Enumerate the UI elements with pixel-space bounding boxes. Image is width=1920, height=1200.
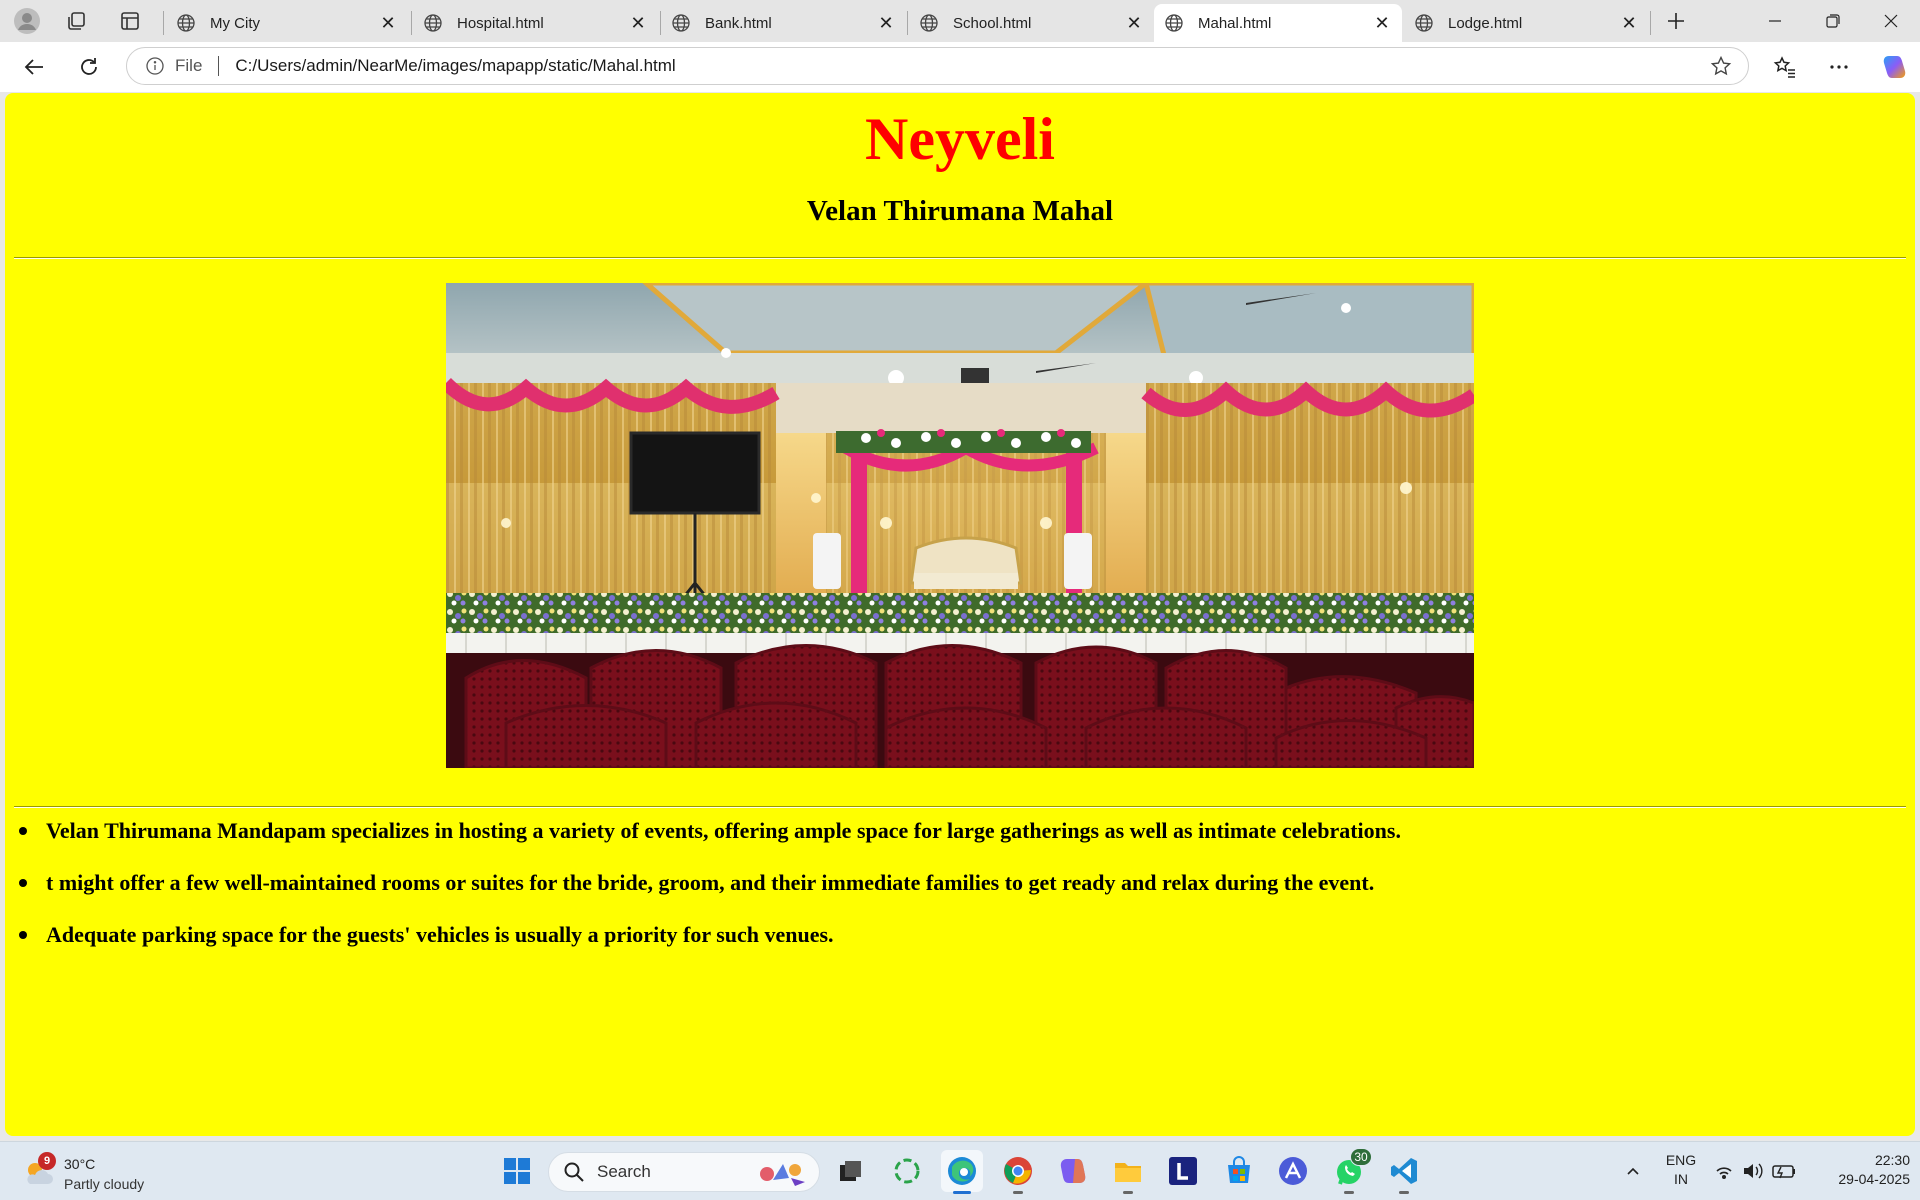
- whatsapp-badge: 30: [1350, 1148, 1372, 1166]
- tab-title: Mahal.html: [1198, 14, 1272, 32]
- weather-condition: Partly cloudy: [64, 1176, 145, 1192]
- divider: [14, 806, 1906, 808]
- globe-icon: [672, 14, 690, 32]
- page-title: Neyveli: [865, 106, 1055, 172]
- temperature: 30°C: [64, 1156, 96, 1172]
- taskbar: 9 30°C Partly cloudy Search 30 ENG IN 22…: [0, 1141, 1920, 1200]
- mahal-hall-photo: [446, 283, 1474, 768]
- wifi-icon: [1716, 1167, 1732, 1179]
- tab-close-icon[interactable]: ✕: [1619, 13, 1639, 33]
- globe-icon: [424, 14, 442, 32]
- volume-icon: [1744, 1163, 1763, 1179]
- tab-title: Hospital.html: [457, 14, 544, 32]
- page-subtitle: Velan Thirumana Mahal: [806, 195, 1114, 227]
- weather-badge: 9: [38, 1152, 56, 1170]
- vscode-icon[interactable]: [1383, 1150, 1425, 1194]
- url-text[interactable]: C:/Users/admin/NearMe/images/mapapp/stat…: [235, 56, 1706, 76]
- profile-avatar-icon[interactable]: [9, 4, 45, 38]
- more-options-icon[interactable]: [1821, 49, 1857, 85]
- clock[interactable]: 22:30 29-04-2025: [1812, 1151, 1910, 1189]
- close-window-button[interactable]: [1862, 0, 1920, 42]
- scheme-label: File: [175, 56, 203, 75]
- task-view-icon[interactable]: [829, 1150, 871, 1192]
- workspaces-icon[interactable]: [59, 4, 95, 38]
- chrome-icon[interactable]: [997, 1150, 1039, 1194]
- file-explorer-icon[interactable]: [1107, 1150, 1149, 1194]
- clock-date: 29-04-2025: [1838, 1171, 1910, 1187]
- favorite-star-icon[interactable]: [1706, 51, 1736, 81]
- list-item: t might offer a few well-maintained room…: [13, 870, 1893, 922]
- globe-icon: [1415, 14, 1433, 32]
- copilot-icon[interactable]: [1876, 49, 1912, 85]
- tab-close-icon[interactable]: ✕: [1372, 13, 1392, 33]
- taskbar-search[interactable]: Search: [548, 1152, 820, 1192]
- refresh-button[interactable]: [71, 49, 107, 85]
- tab-my-city[interactable]: My City ✕: [166, 4, 408, 42]
- edge-icon[interactable]: [941, 1150, 983, 1194]
- page-viewport: Neyveli Velan Thirumana Mahal Velan Thir…: [5, 93, 1915, 1136]
- globe-icon: [1165, 14, 1183, 32]
- microsoft-store-icon[interactable]: [1218, 1150, 1260, 1192]
- tab-title: School.html: [953, 14, 1032, 32]
- search-label: Search: [597, 1162, 651, 1181]
- favorites-icon[interactable]: [1767, 49, 1803, 85]
- tab-bank[interactable]: Bank.html ✕: [661, 4, 906, 42]
- microsoft-copilot-icon[interactable]: [1052, 1150, 1094, 1192]
- restore-button[interactable]: [1804, 0, 1862, 42]
- show-hidden-icons-icon[interactable]: [1612, 1150, 1654, 1192]
- search-icon: [564, 1162, 584, 1182]
- globe-icon: [920, 14, 938, 32]
- tab-close-icon[interactable]: ✕: [628, 13, 648, 33]
- tab-mahal[interactable]: Mahal.html ✕: [1154, 4, 1402, 42]
- address-bar[interactable]: File C:/Users/admin/NearMe/images/mapapp…: [126, 47, 1749, 85]
- battery-icon: [1772, 1165, 1795, 1179]
- weather-widget[interactable]: 9 30°C Partly cloudy: [18, 1150, 178, 1194]
- windows-start-icon[interactable]: [496, 1150, 538, 1192]
- tab-close-icon[interactable]: ✕: [378, 13, 398, 33]
- new-tab-button[interactable]: [1658, 4, 1694, 38]
- tab-title: Lodge.html: [1448, 14, 1523, 32]
- language-indicator[interactable]: ENG IN: [1660, 1151, 1702, 1189]
- list-item: Adequate parking space for the guests' v…: [13, 922, 1893, 974]
- tab-lodge[interactable]: Lodge.html ✕: [1404, 4, 1649, 42]
- search-highlight-icon: [760, 1164, 805, 1186]
- language-code: ENG: [1665, 1152, 1697, 1168]
- tab-close-icon[interactable]: ✕: [876, 13, 896, 33]
- whatsapp-icon[interactable]: 30: [1328, 1148, 1372, 1194]
- divider: [14, 257, 1906, 259]
- system-tray-status[interactable]: [1707, 1150, 1807, 1192]
- tab-title: My City: [210, 14, 260, 32]
- tab-strip: My City ✕ Hospital.html ✕ Bank.html ✕ Sc…: [0, 0, 1920, 42]
- list-item: Velan Thirumana Mandapam specializes in …: [13, 818, 1893, 870]
- clock-time: 22:30: [1874, 1152, 1910, 1168]
- copilot-app-icon[interactable]: [886, 1150, 928, 1192]
- tab-title: Bank.html: [705, 14, 772, 32]
- tab-hospital[interactable]: Hospital.html ✕: [413, 4, 658, 42]
- tab-actions-icon[interactable]: [112, 4, 148, 38]
- tab-close-icon[interactable]: ✕: [1124, 13, 1144, 33]
- globe-icon: [177, 14, 195, 32]
- region-code: IN: [1674, 1171, 1688, 1187]
- browser-toolbar: File C:/Users/admin/NearMe/images/mapapp…: [0, 42, 1920, 92]
- l-app-icon[interactable]: [1162, 1150, 1204, 1192]
- back-button[interactable]: [16, 49, 52, 85]
- features-list: Velan Thirumana Mandapam specializes in …: [13, 818, 1893, 974]
- tab-school[interactable]: School.html ✕: [909, 4, 1154, 42]
- info-icon[interactable]: [145, 56, 165, 76]
- minimize-button[interactable]: [1746, 0, 1804, 42]
- arc-icon[interactable]: [1272, 1150, 1314, 1192]
